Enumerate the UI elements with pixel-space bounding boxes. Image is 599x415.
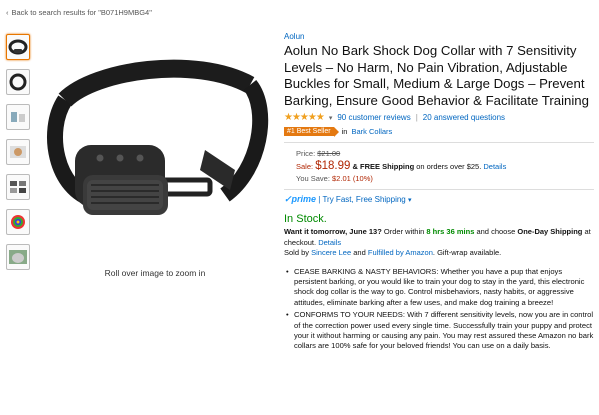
prime-trial-link[interactable]: | Try Fast, Free Shipping — [318, 195, 405, 204]
thumbnail-package[interactable] — [6, 104, 30, 130]
thumbnail-collar-main[interactable] — [6, 34, 30, 60]
savings-label: You Save: — [296, 174, 330, 183]
sale-price-label: Sale: — [296, 162, 314, 171]
savings-row: You Save: $2.01 (10%) — [296, 173, 594, 185]
stock-status: In Stock. — [284, 213, 327, 225]
delivery-details-link[interactable]: Details — [318, 238, 341, 247]
want-it-text: Want it tomorrow, June 13? — [284, 227, 382, 236]
chevron-down-icon[interactable]: ▾ — [329, 114, 333, 122]
gift-wrap-text: . Gift-wrap available. — [432, 248, 502, 257]
back-link-text: Back to search results for "B071H9MBG4" — [11, 8, 152, 17]
list-price-row: Price: $21.00 — [296, 148, 594, 160]
thumbnail-list — [6, 34, 32, 279]
choose-text: and choose — [476, 227, 516, 236]
customer-reviews-link[interactable]: 90 customer reviews — [337, 113, 410, 122]
best-seller-row: #1 Best Seller in Bark Collars — [284, 127, 594, 137]
order-within-text: Order within — [383, 227, 425, 236]
savings-value: $2.01 (10%) — [332, 174, 373, 183]
divider — [284, 189, 594, 190]
free-shipping-text: & FREE Shipping — [352, 162, 415, 171]
divider — [284, 142, 594, 143]
zoom-hint: Roll over image to zoom in — [104, 268, 206, 278]
sold-by-text: Sold by — [284, 248, 310, 257]
sale-price-row: Sale: $18.99 & FREE Shipping on orders o… — [296, 160, 594, 173]
thumbnail-infographic[interactable] — [6, 174, 30, 200]
feature-bullets: CEASE BARKING & NASTY BEHAVIORS: Whether… — [284, 267, 594, 352]
product-title: Aolun No Bark Shock Dog Collar with 7 Se… — [284, 43, 589, 108]
separator: | — [415, 113, 418, 122]
seller-link[interactable]: Sincere Lee — [311, 248, 351, 257]
rating-row: ★★★★★ ▾ 90 customer reviews | 20 answere… — [284, 112, 594, 123]
chevron-left-icon: ‹ — [6, 8, 9, 17]
chevron-down-icon[interactable]: ▾ — [408, 197, 412, 204]
fulfilled-by-amazon-link[interactable]: Fulfilled by Amazon — [368, 248, 433, 257]
thumbnail-collar-side[interactable] — [6, 69, 30, 95]
thumbnail-sensitivity-levels[interactable] — [6, 209, 30, 235]
one-day-shipping-text: One-Day Shipping — [517, 227, 583, 236]
list-price: $21.00 — [317, 149, 341, 158]
best-seller-badge[interactable]: #1 Best Seller — [284, 127, 339, 137]
shipping-details-link[interactable]: Details — [483, 162, 506, 171]
best-seller-in: in — [341, 127, 348, 136]
product-details: Aolun Aolun No Bark Shock Dog Collar wit… — [284, 32, 594, 354]
prime-logo-icon: ✓prime — [284, 194, 317, 204]
thumbnail-dog[interactable] — [6, 139, 30, 165]
thumbnail-dog-wearing[interactable] — [6, 244, 30, 270]
delivery-info: Want it tomorrow, June 13? Order within … — [284, 227, 594, 259]
shipping-condition: on orders over $25. — [416, 162, 482, 171]
price-block: Price: $21.00 Sale: $18.99 & FREE Shippi… — [296, 148, 594, 185]
list-item: CEASE BARKING & NASTY BEHAVIORS: Whether… — [286, 267, 594, 309]
list-item: CONFORMS TO YOUR NEEDS: With 7 different… — [286, 310, 594, 352]
countdown: 8 hrs 36 mins — [426, 227, 475, 236]
best-seller-category-link[interactable]: Bark Collars — [351, 127, 392, 136]
main-product-image[interactable] — [35, 30, 275, 260]
answered-questions-link[interactable]: 20 answered questions — [423, 113, 505, 122]
sale-price: $18.99 — [315, 160, 351, 172]
back-to-results-link[interactable]: ‹ Back to search results for "B071H9MBG4" — [6, 8, 152, 17]
list-price-label: Price: — [296, 149, 316, 158]
and-text: and — [353, 248, 366, 257]
star-rating-icon[interactable]: ★★★★★ — [284, 112, 325, 123]
brand-link[interactable]: Aolun — [284, 32, 594, 41]
prime-row[interactable]: ✓prime | Try Fast, Free Shipping ▾ — [284, 194, 594, 205]
